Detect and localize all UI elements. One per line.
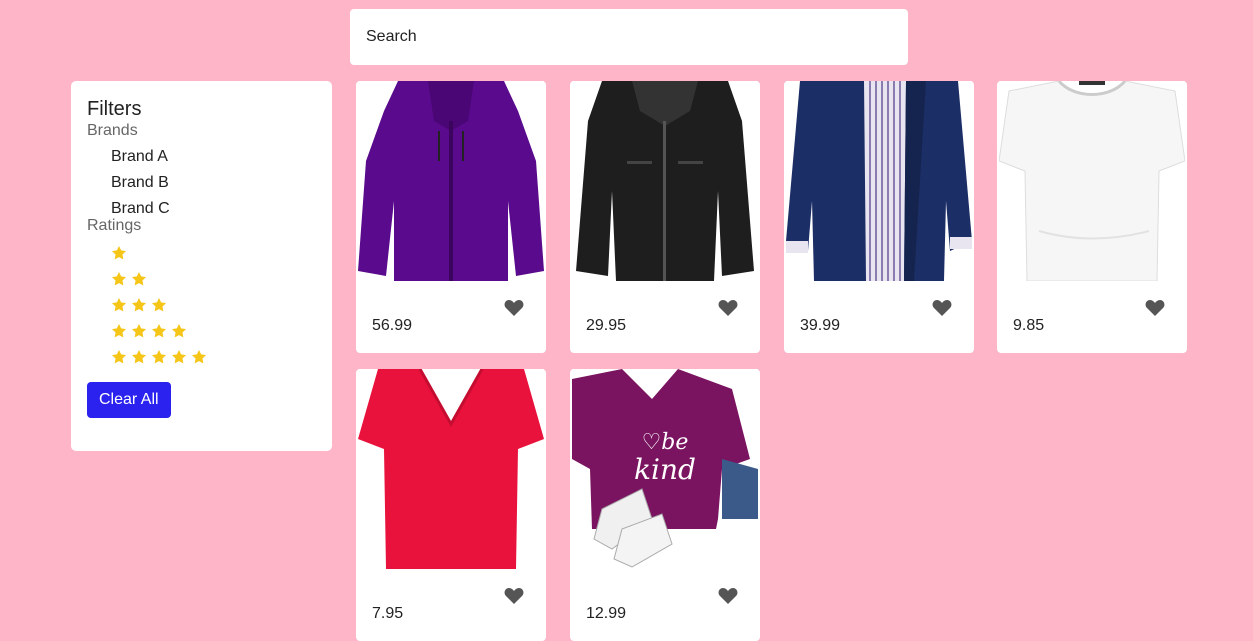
rating-option-1[interactable] [111,240,316,266]
star-icon [151,323,167,339]
star-icon [191,349,207,365]
product-image-white-top[interactable] [999,81,1185,281]
product-price: 7.95 [372,605,404,622]
rating-option-3[interactable] [111,292,316,318]
favorite-heart-icon[interactable] [504,587,524,605]
star-icon [131,323,147,339]
search-input[interactable] [350,9,908,65]
rating-option-4[interactable] [111,318,316,344]
star-icon [111,323,127,339]
clear-all-button[interactable]: Clear All [87,382,171,418]
product-card[interactable]: 29.95 [570,81,760,353]
product-card[interactable]: 7.95 [356,369,546,641]
product-image-purple-jacket[interactable] [358,81,544,281]
favorite-heart-icon[interactable] [932,299,952,317]
favorite-heart-icon[interactable] [718,587,738,605]
rating-option-2[interactable] [111,266,316,292]
product-card[interactable]: 39.99 [784,81,974,353]
svg-text:♡be: ♡be [642,430,689,455]
favorite-heart-icon[interactable] [504,299,524,317]
brands-heading: Brands [87,122,138,139]
product-image-navy-coat[interactable] [786,81,972,281]
product-card[interactable]: 9.85 [997,81,1187,353]
product-price: 39.99 [800,317,841,334]
filters-panel: Filters Brands Brand A Brand B Brand C R… [71,81,332,451]
star-icon [111,245,127,261]
product-image-black-leather-jacket[interactable] [572,81,758,281]
favorite-heart-icon[interactable] [718,299,738,317]
product-card[interactable]: ♡be kind 12.99 [570,369,760,641]
ratings-heading: Ratings [87,217,142,234]
star-icon [151,349,167,365]
star-icon [111,349,127,365]
star-icon [151,297,167,313]
brand-list: Brand A Brand B Brand C [111,144,316,222]
product-image-red-tshirt[interactable] [358,369,544,569]
filters-title: Filters [87,98,142,120]
product-price: 9.85 [1013,317,1045,334]
rating-list [111,240,316,370]
product-image-purple-be-kind-tshirt[interactable]: ♡be kind [572,369,758,569]
product-price: 12.99 [586,605,627,622]
rating-option-5[interactable] [111,344,316,370]
star-icon [111,271,127,287]
svg-text:kind: kind [634,453,696,486]
star-icon [131,271,147,287]
star-icon [111,297,127,313]
star-icon [171,349,187,365]
star-icon [131,297,147,313]
product-card[interactable]: 56.99 [356,81,546,353]
product-price: 29.95 [586,317,627,334]
product-price: 56.99 [372,317,413,334]
star-icon [131,349,147,365]
favorite-heart-icon[interactable] [1145,299,1165,317]
brand-option-a[interactable]: Brand A [111,144,316,170]
star-icon [171,323,187,339]
brand-option-b[interactable]: Brand B [111,170,316,196]
